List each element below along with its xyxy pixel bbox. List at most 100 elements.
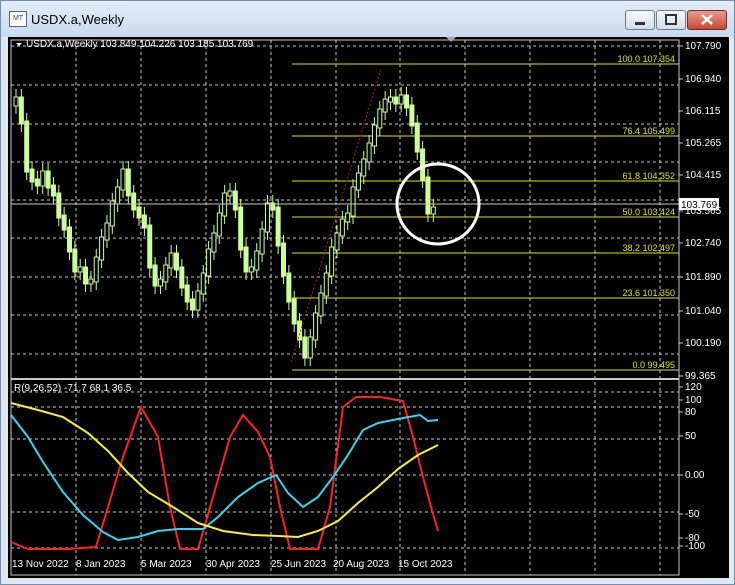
candle-body [125, 168, 131, 197]
candle-body [174, 252, 179, 271]
candle-body [227, 190, 233, 197]
candle-body [99, 236, 105, 261]
maximize-button[interactable] [656, 10, 686, 30]
chart-window: MT USDX.a,Weekly 100.0 107.354 76.4 105.4… [0, 0, 735, 585]
candle-body [238, 206, 244, 251]
candle-body [40, 170, 46, 187]
indicator-header: R(9,26,52) -71.7 68.1 36.5 [14, 383, 132, 394]
candle-body [361, 158, 367, 177]
candle-body [93, 256, 99, 283]
candle-body [404, 94, 410, 109]
candle-body [168, 252, 174, 269]
candle-body [109, 200, 115, 227]
candle-body [254, 250, 260, 271]
candle-body [131, 192, 137, 211]
candle-body [329, 246, 335, 277]
candle-body [184, 284, 190, 303]
candle-body [147, 224, 153, 269]
candle-body [136, 206, 142, 219]
chart-app-icon: MT [9, 11, 27, 27]
indicator-lines [10, 396, 439, 550]
candle-body [302, 336, 308, 359]
candle-body [414, 122, 420, 153]
time-tick-label: 13 Nov 2022 [12, 559, 69, 570]
candle-body [50, 184, 56, 197]
indicator-tick-label: 80 [685, 407, 697, 418]
candle-body [211, 232, 217, 253]
price-tick-label: 105.265 [685, 138, 722, 149]
time-axis: 13 Nov 2022 8 Jan 2023 5 Mar 2023 30 Apr 20… [12, 559, 453, 570]
candle-body [259, 228, 265, 255]
fibonacci-levels[interactable]: 100.0 107.354 76.4 105.499 61.8 104.352 50.… [292, 54, 679, 371]
candle-body [334, 232, 340, 251]
minimize-button[interactable] [625, 10, 655, 30]
candles [13, 87, 436, 366]
price-tick-label: 99.365 [685, 371, 716, 382]
candle-body [34, 178, 40, 187]
candle-body [141, 214, 147, 229]
candle-body [179, 266, 185, 289]
candle-body [163, 264, 169, 283]
candle-body [72, 248, 78, 273]
candle-body [195, 290, 201, 311]
candle-body [382, 98, 388, 113]
candle-body [409, 104, 415, 127]
candle-body [393, 96, 399, 105]
close-button[interactable] [687, 10, 727, 30]
fib-label: 100.0 107.354 [617, 54, 675, 64]
title-bar[interactable]: MT USDX.a,Weekly [1, 1, 734, 37]
candle-body [350, 186, 356, 217]
candle-body [200, 272, 206, 295]
price-tick-label: 101.890 [685, 272, 722, 283]
candle-body [371, 124, 377, 147]
indicator-yellow-line [10, 402, 439, 539]
candle-body [264, 202, 270, 233]
candle-body [152, 264, 158, 287]
candle-body [67, 226, 72, 253]
candle-body [248, 266, 254, 273]
candle-body [120, 168, 126, 191]
candle-body [18, 96, 24, 125]
fib-label: 23.6 101.350 [622, 288, 675, 298]
price-chart[interactable]: 100.0 107.354 76.4 105.499 61.8 104.352 50.… [8, 37, 729, 578]
candle-body [56, 192, 62, 219]
time-tick-label: 20 Aug 2023 [333, 559, 390, 570]
candle-body [377, 108, 383, 129]
candle-body [398, 94, 404, 105]
candle-body [307, 336, 313, 359]
fib-label: 50.0 103.424 [622, 207, 675, 217]
candle-body [388, 96, 393, 103]
price-tick-label: 102.740 [685, 238, 722, 249]
candle-body [216, 212, 222, 237]
candle-body [243, 246, 249, 273]
time-tick-label: 5 Mar 2023 [141, 559, 192, 570]
chart-menu-arrow-icon[interactable] [16, 43, 22, 46]
candle-body [104, 222, 110, 241]
candle-body [323, 272, 329, 297]
candle-body [13, 96, 19, 107]
time-tick-label: 8 Jan 2023 [76, 559, 126, 570]
candle-body [77, 266, 83, 273]
candle-body [232, 190, 238, 211]
time-tick-label: 30 Apr 2023 [206, 559, 260, 570]
indicator-tick-label: 120 [685, 382, 702, 393]
candle-body [339, 218, 345, 237]
price-tick-label: 104.415 [685, 170, 722, 181]
fib-label: 0.0 99.495 [632, 360, 675, 370]
minimize-icon [635, 22, 645, 25]
price-tick-label: 106.940 [685, 74, 722, 85]
candle-body [291, 298, 297, 325]
candle-body [45, 170, 51, 189]
indicator-red-line [10, 396, 439, 550]
candle-body [420, 148, 426, 181]
candle-body [430, 206, 436, 215]
candle-body [88, 278, 94, 285]
price-axis: 107.790106.940106.115105.265104.415103.5… [679, 41, 722, 382]
candle-body [318, 292, 324, 317]
candle-body [275, 206, 281, 247]
indicator-cyan-line [10, 413, 439, 542]
chart-area[interactable]: 100.0 107.354 76.4 105.499 61.8 104.352 50.… [8, 37, 729, 578]
candle-body [286, 272, 292, 303]
candle-body [61, 214, 67, 231]
indicator-tick-label: 50 [685, 431, 697, 442]
